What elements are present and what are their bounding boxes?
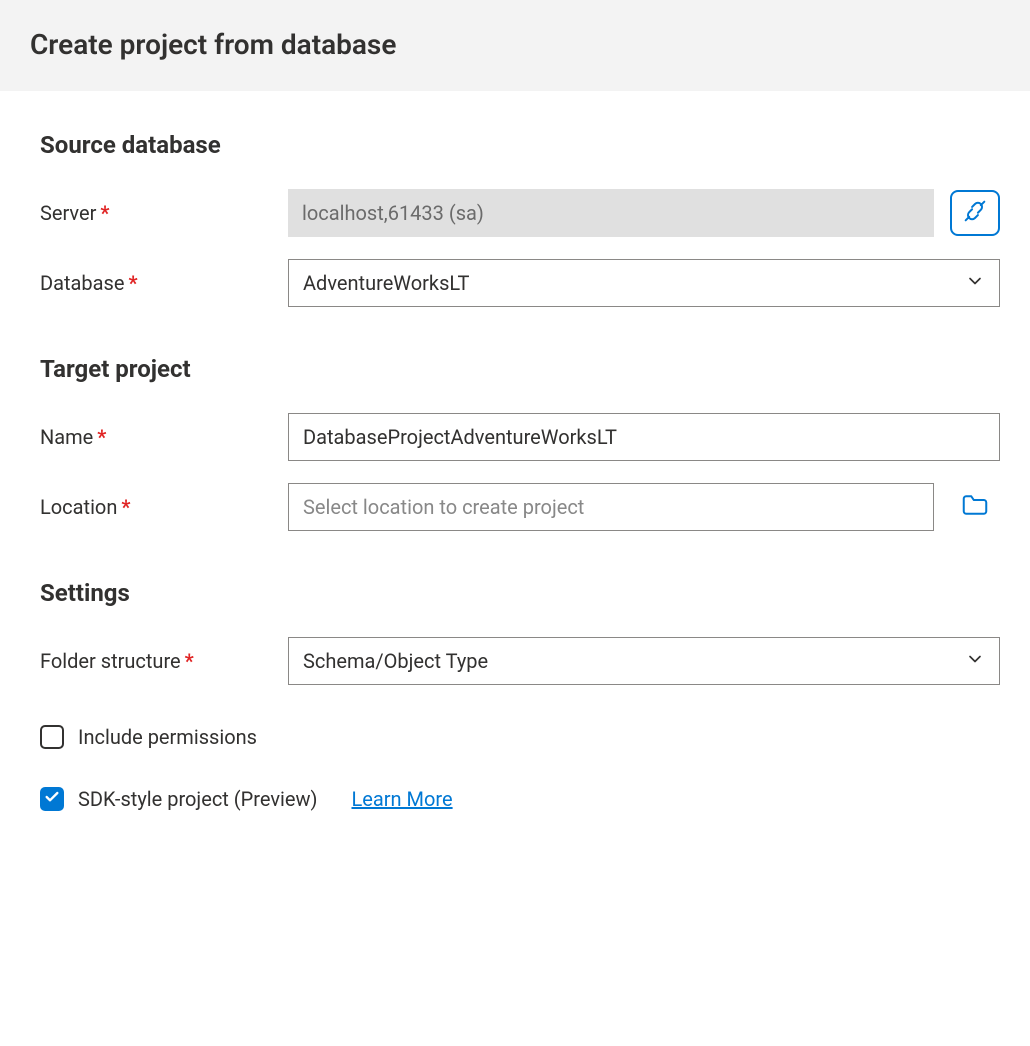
chevron-down-icon [965,649,985,674]
server-input: localhost,61433 (sa) [288,189,934,237]
label-sdk-style: SDK-style project (Preview) [78,787,317,811]
field-location: Location* [40,483,1000,531]
location-input[interactable] [288,483,934,531]
label-location: Location* [40,495,272,519]
checkbox-include-permissions[interactable] [40,725,64,749]
section-source-database: Source database Server* localhost,61433 … [40,131,1000,307]
section-target-project: Target project Name* Location* [40,355,1000,531]
section-title-target: Target project [40,355,1000,383]
learn-more-link[interactable]: Learn More [351,787,452,811]
browse-location-button[interactable] [950,484,1000,530]
plug-icon [961,197,989,229]
connect-button[interactable] [950,190,1000,236]
database-select[interactable]: AdventureWorksLT [288,259,1000,307]
chevron-down-icon [965,271,985,296]
label-server: Server* [40,201,272,225]
field-server: Server* localhost,61433 (sa) [40,189,1000,237]
section-title-source: Source database [40,131,1000,159]
field-database: Database* AdventureWorksLT [40,259,1000,307]
checkbox-sdk-style-row: SDK-style project (Preview) Learn More [40,787,1000,811]
checkbox-include-permissions-row: Include permissions [40,725,1000,749]
dialog-header: Create project from database [0,0,1030,91]
field-name: Name* [40,413,1000,461]
check-icon [44,789,60,809]
section-title-settings: Settings [40,579,1000,607]
label-database: Database* [40,271,272,295]
dialog-title: Create project from database [30,28,1000,61]
field-folder-structure: Folder structure* Schema/Object Type [40,637,1000,685]
checkbox-sdk-style[interactable] [40,787,64,811]
label-name: Name* [40,425,272,449]
section-settings: Settings Folder structure* Schema/Object… [40,579,1000,811]
label-folder-structure: Folder structure* [40,649,272,673]
folder-structure-select[interactable]: Schema/Object Type [288,637,1000,685]
dialog-content: Source database Server* localhost,61433 … [0,91,1030,841]
name-input[interactable] [288,413,1000,461]
folder-icon [960,490,990,524]
label-include-permissions: Include permissions [78,725,257,749]
